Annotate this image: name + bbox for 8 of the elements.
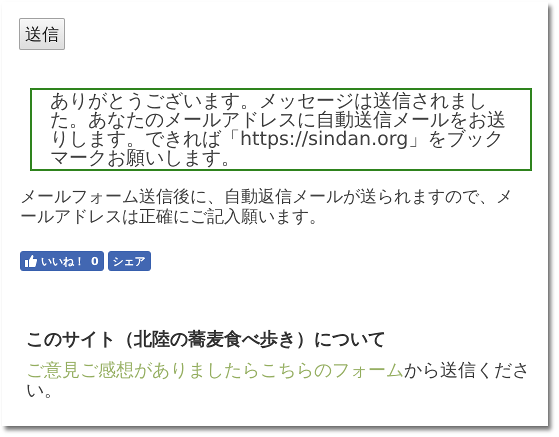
contact-text: ご意見ご感想がありましたらこちらのフォームから送信ください。 xyxy=(26,361,531,401)
like-button[interactable]: いいね！ 0 xyxy=(20,251,104,271)
thumbs-up-icon xyxy=(25,255,37,267)
section-heading: このサイト（北陸の蕎麦食べ歩き）について xyxy=(26,329,387,351)
message-text: ありがとうございます。メッセージは送信されました。あなたのメールアドレスに自動送信メールをお送りします。できれば「https://sindan.org」をブックマークお願いします。 xyxy=(50,92,506,168)
submit-button[interactable]: 送信 xyxy=(19,18,65,50)
notice-text: メールフォーム送信後に、自動返信メールが送られますので、メールアドレスは正確にご記入願います。 xyxy=(20,187,514,227)
share-button[interactable]: シェア xyxy=(108,251,151,271)
